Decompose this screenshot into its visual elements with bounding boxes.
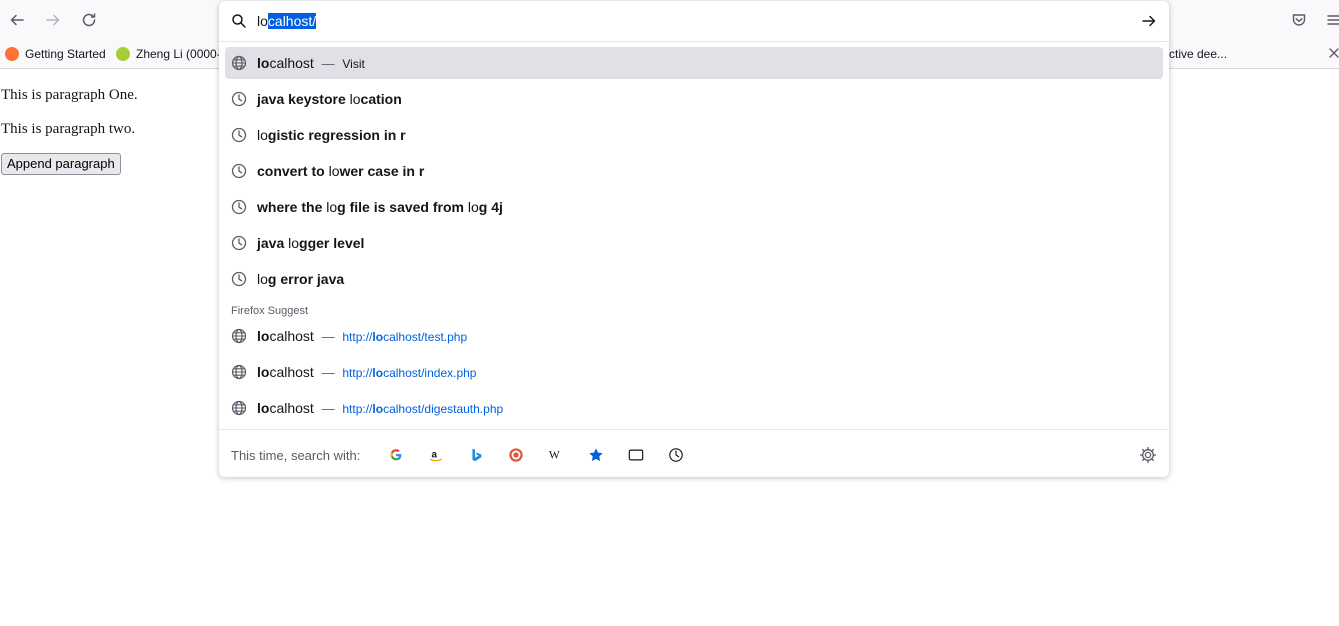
- reload-button[interactable]: [77, 8, 101, 32]
- result-title: localhost — Visit: [257, 55, 365, 71]
- wikipedia-icon[interactable]: W: [547, 446, 565, 464]
- pocket-button[interactable]: [1287, 8, 1311, 32]
- bing-icon[interactable]: [467, 446, 485, 464]
- result-history-row[interactable]: logistic regression in r: [225, 119, 1163, 151]
- urlbar-input[interactable]: localhost/: [257, 13, 317, 30]
- firefox-suggest-label: Firefox Suggest: [231, 305, 309, 317]
- search-with-label: This time, search with:: [231, 448, 361, 463]
- result-title: where the log file is saved from log 4j: [257, 199, 503, 215]
- result-visit-row[interactable]: localhost — Visit: [225, 47, 1163, 79]
- reload-icon: [82, 13, 96, 27]
- history-icon[interactable]: [667, 446, 685, 464]
- hamburger-menu-icon: [1327, 15, 1339, 25]
- history-clock-icon: [231, 235, 247, 251]
- result-history-row[interactable]: where the log file is saved from log 4j: [225, 191, 1163, 223]
- result-title: java logger level: [257, 235, 365, 251]
- arrow-left-icon: [10, 14, 24, 26]
- go-arrow-icon[interactable]: [1141, 13, 1157, 29]
- svg-text:a: a: [432, 450, 438, 461]
- arrow-right-icon: [46, 14, 60, 26]
- append-paragraph-button[interactable]: Append paragraph: [1, 153, 121, 175]
- amazon-icon[interactable]: a: [427, 446, 445, 464]
- suggest-row[interactable]: localhost — http://localhost/index.php: [225, 356, 1163, 388]
- urlbar[interactable]: localhost/: [219, 1, 1169, 42]
- menu-button[interactable]: [1322, 8, 1339, 32]
- close-icon: [1329, 48, 1339, 58]
- firefox-icon: [5, 47, 19, 61]
- suggest-title: localhost — http://localhost/test.php: [257, 328, 468, 344]
- bookmark-getting-started[interactable]: Getting Started: [5, 46, 106, 62]
- suggest-url[interactable]: http://localhost/index.php: [342, 366, 476, 380]
- globe-icon: [231, 364, 247, 380]
- search-icon: [232, 14, 246, 28]
- history-clock-icon: [231, 199, 247, 215]
- back-button[interactable]: [5, 8, 29, 32]
- history-clock-icon: [231, 127, 247, 143]
- google-icon[interactable]: [387, 446, 405, 464]
- history-clock-icon: [231, 91, 247, 107]
- suggest-title: localhost — http://localhost/digestauth.…: [257, 400, 504, 416]
- result-title: logistic regression in r: [257, 127, 406, 143]
- bookmark-orcid[interactable]: Zheng Li (0000-: [116, 46, 221, 62]
- result-history-row[interactable]: java keystore location: [225, 83, 1163, 115]
- result-history-row[interactable]: log error java: [225, 263, 1163, 295]
- suggest-url[interactable]: http://localhost/digestauth.php: [342, 402, 503, 416]
- urlbar-autofill-selection: calhost/: [267, 13, 317, 29]
- globe-icon: [231, 328, 247, 344]
- svg-text:W: W: [549, 450, 560, 462]
- result-action: Visit: [342, 57, 365, 71]
- suggest-row[interactable]: localhost — http://localhost/test.php: [225, 320, 1163, 352]
- tabs-icon[interactable]: [627, 446, 645, 464]
- duckduckgo-icon[interactable]: [507, 446, 525, 464]
- bookmarks-star-icon[interactable]: [587, 446, 605, 464]
- urlbar-popup: localhost/ localhost — Visit java keystor…: [219, 1, 1169, 477]
- suggest-url[interactable]: http://localhost/test.php: [342, 330, 467, 344]
- suggest-title: localhost — http://localhost/index.php: [257, 364, 477, 380]
- result-history-row[interactable]: java logger level: [225, 227, 1163, 259]
- orcid-icon: [116, 47, 130, 61]
- bookmark-label: Getting Started: [25, 47, 106, 61]
- result-title: log error java: [257, 271, 345, 287]
- history-clock-icon: [231, 271, 247, 287]
- gear-icon[interactable]: [1139, 446, 1157, 464]
- result-title: java keystore location: [257, 91, 402, 107]
- suggest-row[interactable]: localhost — http://localhost/digestauth.…: [225, 392, 1163, 424]
- forward-button[interactable]: [41, 8, 65, 32]
- one-off-search-bar: This time, search with: a W: [219, 429, 1169, 478]
- paragraph-one: This is paragraph One.: [1, 87, 138, 103]
- bookmark-label: Zheng Li (0000-: [136, 47, 221, 61]
- result-history-row[interactable]: convert to lower case in r: [225, 155, 1163, 187]
- bookmarks-overflow-button[interactable]: [1328, 45, 1339, 61]
- pocket-icon: [1292, 14, 1306, 26]
- result-title: convert to lower case in r: [257, 163, 425, 179]
- paragraph-two: This is paragraph two.: [1, 121, 136, 137]
- bookmark-label: ctive dee...: [1169, 47, 1228, 61]
- urlbar-typed-text: lo: [257, 13, 268, 29]
- history-clock-icon: [231, 163, 247, 179]
- globe-icon: [231, 400, 247, 416]
- globe-icon: [231, 55, 247, 71]
- bookmark-truncated[interactable]: ctive dee...: [1169, 46, 1227, 62]
